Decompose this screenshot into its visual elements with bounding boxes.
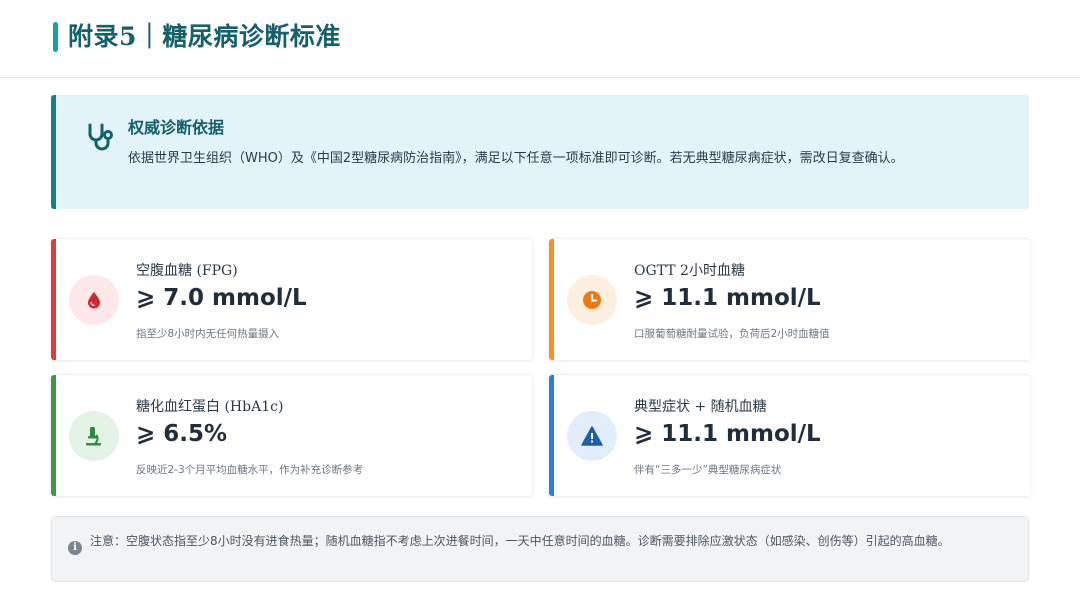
criterion-card-fpg: 空腹血糖 (FPG) ⩾ 7.0 mmol/L 指至少8小时内无任何热量摄入 bbox=[51, 238, 532, 360]
warning-icon bbox=[581, 426, 603, 446]
microscope-icon bbox=[86, 427, 101, 446]
criterion-card-ogtt: OGTT 2小时血糖 ⩾ 11.1 mmol/L 口服葡萄糖耐量试验，负荷后2小… bbox=[549, 238, 1030, 360]
criterion-card-random: 典型症状 + 随机血糖 ⩾ 11.1 mmol/L 伴有“三多一少”典型糖尿病症… bbox=[549, 374, 1030, 496]
blood-drop-icon bbox=[88, 292, 100, 309]
footnote-box: i 注意：空腹状态指至少8小时没有进食热量；随机血糖指不考虑上次进餐时间，一天中… bbox=[51, 516, 1029, 582]
criterion-value: ⩾ 11.1 mmol/L bbox=[634, 421, 821, 447]
stethoscope-icon bbox=[88, 123, 113, 151]
icon-circle bbox=[567, 275, 617, 325]
basis-title: 权威诊断依据 bbox=[128, 118, 225, 137]
card-accent-bar bbox=[549, 375, 554, 496]
icon-circle bbox=[567, 411, 617, 461]
page-header: 附录5｜糖尿病诊断标准 bbox=[0, 0, 1080, 78]
info-icon: i bbox=[68, 541, 82, 555]
footnote-text: 注意：空腹状态指至少8小时没有进食热量；随机血糖指不考虑上次进餐时间，一天中任意… bbox=[90, 534, 950, 548]
criterion-label: 典型症状 + 随机血糖 bbox=[634, 399, 767, 415]
criterion-label: 空腹血糖 (FPG) bbox=[136, 263, 238, 279]
criterion-note: 伴有“三多一少”典型糖尿病症状 bbox=[634, 464, 782, 476]
criterion-note: 反映近2-3个月平均血糖水平，作为补充诊断参考 bbox=[136, 464, 364, 476]
card-accent-bar bbox=[549, 239, 554, 360]
criterion-card-hba1c: 糖化血红蛋白 (HbA1c) ⩾ 6.5% 反映近2-3个月平均血糖水平，作为补… bbox=[51, 374, 532, 496]
basis-description: 依据世界卫生组织（WHO）及《中国2型糖尿病防治指南》，满足以下任意一项标准即可… bbox=[128, 151, 904, 166]
criterion-note: 口服葡萄糖耐量试验，负荷后2小时血糖值 bbox=[634, 328, 830, 340]
icon-circle bbox=[69, 275, 119, 325]
criterion-note: 指至少8小时内无任何热量摄入 bbox=[136, 328, 280, 340]
diagnosis-basis-panel: 权威诊断依据 依据世界卫生组织（WHO）及《中国2型糖尿病防治指南》，满足以下任… bbox=[51, 95, 1029, 209]
criterion-label: OGTT 2小时血糖 bbox=[634, 263, 745, 279]
card-accent-bar bbox=[51, 239, 56, 360]
title-accent-bar bbox=[53, 22, 58, 52]
criterion-label: 糖化血红蛋白 (HbA1c) bbox=[136, 399, 284, 415]
criterion-value: ⩾ 7.0 mmol/L bbox=[136, 285, 307, 311]
criterion-value: ⩾ 11.1 mmol/L bbox=[634, 285, 821, 311]
clock-icon bbox=[583, 291, 601, 309]
page-title: 附录5｜糖尿病诊断标准 bbox=[68, 22, 341, 51]
card-accent-bar bbox=[51, 375, 56, 496]
icon-circle bbox=[69, 411, 119, 461]
criterion-value: ⩾ 6.5% bbox=[136, 421, 228, 447]
